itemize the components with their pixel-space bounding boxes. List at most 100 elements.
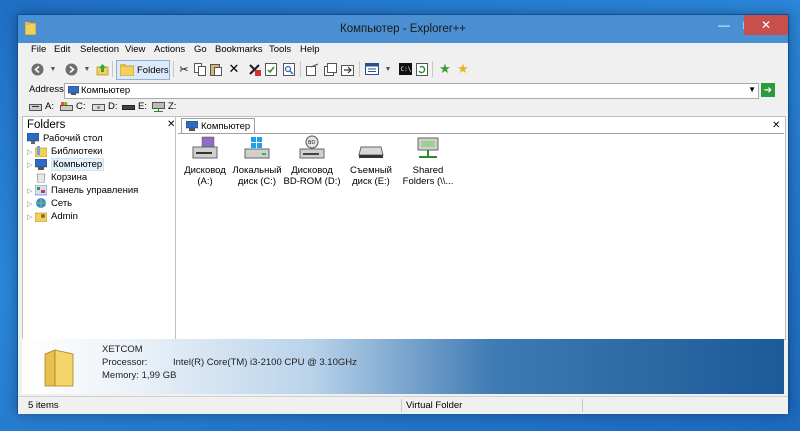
forward-icon[interactable] [64,62,78,76]
folders-pane-title: Folders [27,119,66,131]
tree-item-label: Панель управления [51,185,139,196]
address-dropdown-icon[interactable]: ▼ [748,85,756,94]
recycle-bin-icon [36,173,46,183]
network-share-icon [152,101,165,112]
tree-item-libraries[interactable]: ▷ Библиотеки [27,145,102,158]
tree-item-control-panel[interactable]: ▷ Панель управления [27,184,138,197]
file-item-line2: (A:) [197,176,213,187]
forward-dropdown-icon[interactable]: ▼ [80,62,94,76]
move-to-icon[interactable] [305,62,319,76]
menu-actions[interactable]: Actions [154,44,185,55]
menu-help[interactable]: Help [300,44,320,55]
folders-button-label: Folders [137,64,169,76]
go-button[interactable]: ➜ [761,83,775,97]
file-item-shared-folders[interactable]: Shared Folders (\\... [398,135,458,187]
delete-icon[interactable]: ✕ [227,61,241,76]
local-disk-icon [60,101,73,111]
computer-icon [68,86,79,95]
folders-pane: Folders ✕ Рабочий стол ▷ Библиотеки ▷ Ко… [23,117,176,339]
toolbar-separator [173,61,174,77]
menu-file[interactable]: File [31,44,46,55]
back-dropdown-icon[interactable]: ▼ [46,62,60,76]
delete-permanently-icon[interactable] [247,62,261,76]
menu-bookmarks[interactable]: Bookmarks [215,44,263,55]
drive-z-button[interactable]: Z: [152,101,176,112]
computer-icon [35,159,47,170]
menu-edit[interactable]: Edit [54,44,70,55]
tree-item-network[interactable]: ▷ Сеть [27,197,72,210]
toolbar-separator [112,61,113,77]
minimize-button[interactable]: — [712,15,736,35]
processor-label: Processor: [102,357,148,368]
file-item-line1: Дисковод [184,165,226,176]
new-folder-icon[interactable] [340,62,354,76]
memory-info: Memory: 1,99 GB [102,370,177,381]
address-bar: Address Компьютер ▼ ➜ [18,82,788,99]
close-button[interactable]: ✕ [744,15,788,35]
command-prompt-icon[interactable]: C:\ [398,62,412,76]
back-icon[interactable] [30,62,44,76]
status-separator [401,399,402,412]
toolbar-separator [432,61,433,77]
file-item-floppy[interactable]: Дисковод (A:) [175,135,235,187]
expand-arrow-icon[interactable]: ▷ [27,213,35,221]
menu-view[interactable]: View [125,44,145,55]
floppy-drive-icon [29,103,42,111]
drive-a-label: A: [45,101,54,112]
explorer-window: Компьютер - Explorer++ — □ ✕ File Edit S… [17,14,789,414]
drive-e-button[interactable]: E: [122,101,147,112]
status-separator [582,399,583,412]
expand-arrow-icon[interactable]: ▷ [27,148,35,156]
bd-rom-drive-icon [92,103,105,111]
folders-toggle-button[interactable]: Folders [116,60,170,80]
search-icon[interactable] [282,62,296,76]
tree-item-computer[interactable]: ▷ Компьютер [27,158,105,171]
file-item-line2: BD-ROM (D:) [283,176,341,187]
file-item-line1: Shared [412,165,444,176]
file-item-line2: диск (E:) [352,176,390,187]
tab-computer[interactable]: Компьютер [181,118,256,133]
title-bar[interactable]: Компьютер - Explorer++ — □ ✕ [18,15,788,43]
tree-item-desktop[interactable]: Рабочий стол [27,132,103,145]
up-icon[interactable] [95,62,109,76]
drive-a-button[interactable]: A: [29,101,54,112]
menu-tools[interactable]: Tools [269,44,291,55]
cut-icon[interactable]: ✂ [177,62,191,76]
bd-rom-drive-icon: BD [299,135,325,159]
file-item-local-disk[interactable]: Локальный диск (C:) [227,135,287,187]
user-folder-icon [35,212,47,222]
paste-icon[interactable] [209,62,223,76]
copy-to-icon[interactable] [323,62,337,76]
folders-pane-close-button[interactable]: ✕ [167,119,175,130]
tree-item-label: Admin [51,211,78,222]
menu-go[interactable]: Go [194,44,207,55]
drive-c-button[interactable]: C: [60,101,86,112]
drive-d-button[interactable]: D: [92,101,118,112]
folders-icon [120,64,134,76]
tab-label: Компьютер [201,120,251,132]
address-label: Address [29,84,64,95]
floppy-drive-icon [192,136,218,159]
toolbar: ▼ ▼ Folders ✂ ✕ ▼ C:\ ★ ★ [18,57,788,81]
tree-item-recycle-bin[interactable]: Корзина [35,171,87,184]
file-item-removable-disk[interactable]: Съемный диск (E:) [341,135,401,187]
expand-arrow-icon[interactable]: ▷ [27,200,35,208]
file-list-pane: Компьютер ✕ Дисковод (A:) Локальный диск… [178,117,784,339]
file-item-bd-rom[interactable]: BD Дисковод BD-ROM (D:) [282,135,342,187]
views-dropdown-icon[interactable]: ▼ [381,62,395,76]
properties-icon[interactable] [264,62,278,76]
organize-bookmarks-icon[interactable]: ★ [456,61,470,76]
expand-arrow-icon[interactable]: ▷ [27,161,35,169]
tab-close-button[interactable]: ✕ [772,120,780,131]
file-item-line2: Folders (\\... [402,176,454,187]
tree-item-admin[interactable]: ▷ Admin [27,210,78,223]
add-bookmark-icon[interactable]: ★ [438,61,452,76]
menu-selection[interactable]: Selection [80,44,119,55]
status-folder-type: Virtual Folder [406,400,463,411]
removable-disk-icon [358,146,384,158]
views-icon[interactable] [365,62,379,76]
copy-icon[interactable] [193,62,207,76]
address-input[interactable]: Компьютер ▼ [64,83,759,99]
refresh-icon[interactable] [415,62,429,76]
expand-arrow-icon[interactable]: ▷ [27,187,35,195]
